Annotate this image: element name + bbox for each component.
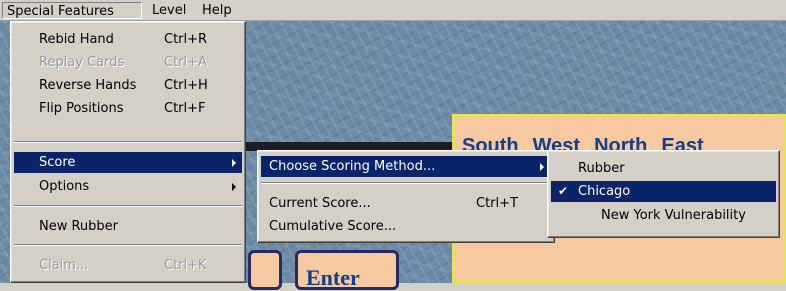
menu-item-replay-cards[interactable]: Replay Cards Ctrl+A <box>14 52 242 73</box>
menu-item-flip-positions[interactable]: Flip Positions Ctrl+F <box>14 98 242 119</box>
menu-item-new-york-vulnerability[interactable]: New York Vulnerability <box>551 205 776 226</box>
submenu-arrow-icon <box>232 159 236 167</box>
menu-separator <box>14 244 242 246</box>
special-features-dropdown: Rebid Hand Ctrl+R Replay Cards Ctrl+A Re… <box>10 21 246 283</box>
menu-item-current-score[interactable]: Current Score... Ctrl+T <box>261 193 551 214</box>
menu-separator <box>261 182 551 184</box>
submenu-arrow-icon <box>232 183 236 191</box>
menu-separator <box>14 205 242 207</box>
score-submenu: Choose Scoring Method... Current Score..… <box>257 150 555 243</box>
menu-item-cumulative-score[interactable]: Cumulative Score... <box>261 216 551 237</box>
menu-item-claim[interactable]: Claim... Ctrl+K <box>14 255 242 276</box>
menu-item-score[interactable]: Score <box>14 152 242 173</box>
checkmark-icon: ✔ <box>558 184 569 198</box>
menu-special-features[interactable]: Special Features <box>2 2 142 19</box>
menu-bar: Special Features Level Help <box>0 0 786 21</box>
scoring-method-submenu: Rubber ✔ Chicago New York Vulnerability <box>547 150 780 238</box>
menu-item-chicago[interactable]: ✔ Chicago <box>551 181 776 202</box>
menu-item-rebid-hand[interactable]: Rebid Hand Ctrl+R <box>14 29 242 50</box>
enter-button[interactable]: Enter <box>295 250 399 290</box>
menu-item-options[interactable]: Options <box>14 176 242 197</box>
menu-level[interactable]: Level <box>148 2 190 19</box>
menu-item-rubber[interactable]: Rubber <box>551 158 776 179</box>
menu-item-reverse-hands[interactable]: Reverse Hands Ctrl+H <box>14 75 242 96</box>
menu-item-new-rubber[interactable]: New Rubber <box>14 216 242 237</box>
menu-help[interactable]: Help <box>198 2 236 19</box>
submenu-arrow-icon <box>540 163 544 171</box>
partial-button[interactable] <box>248 250 282 290</box>
menu-separator <box>14 141 242 143</box>
menu-item-choose-scoring-method[interactable]: Choose Scoring Method... <box>261 156 551 177</box>
